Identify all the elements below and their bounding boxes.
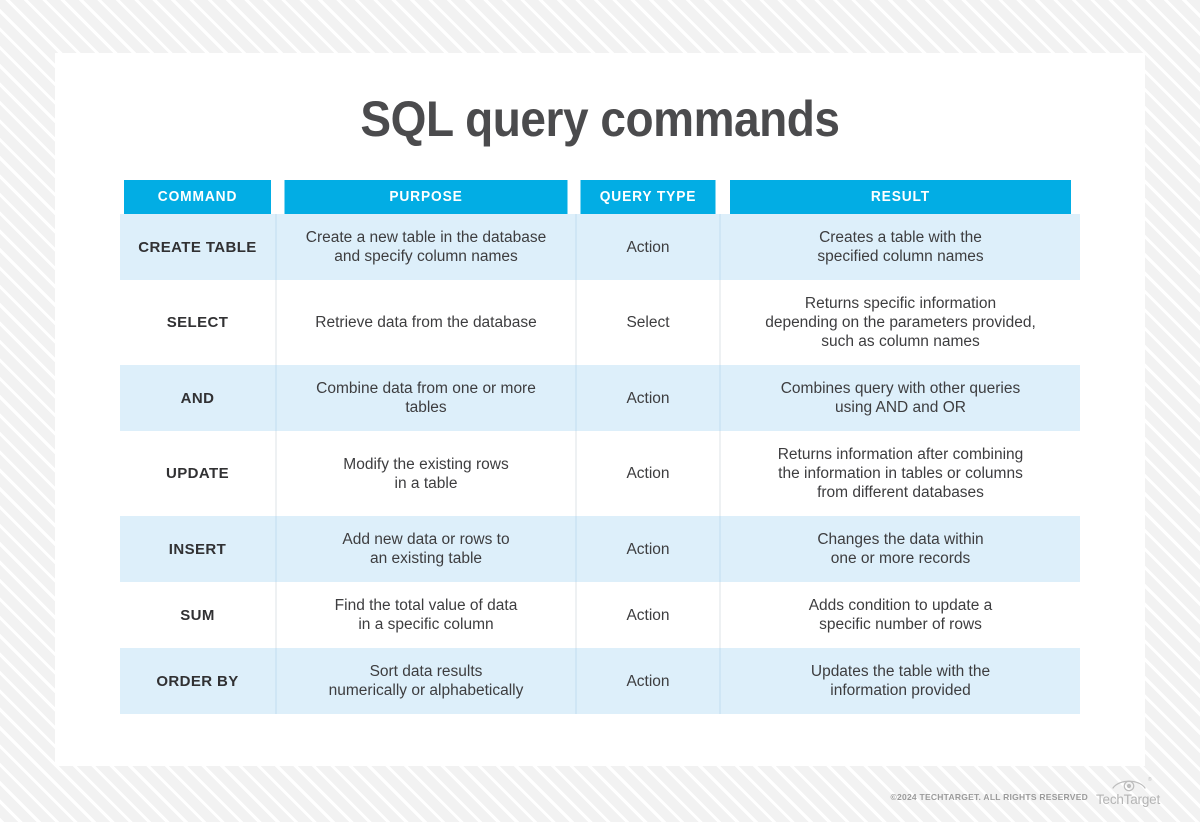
column-header-purpose: PURPOSE (283, 180, 570, 214)
cell-query_type: Action (576, 516, 721, 582)
cell-query_type: Action (576, 365, 721, 431)
cell-result: Changes the data within one or more recor… (720, 516, 1080, 582)
cell-query_type: Action (576, 431, 721, 516)
cell-command: ORDER BY (120, 648, 277, 714)
cell-command: UPDATE (120, 431, 277, 516)
cell-result: Combines query with other queries using A… (720, 365, 1080, 431)
cell-command: AND (120, 365, 277, 431)
cell-purpose: Sort data results numerically or alphabet… (276, 648, 577, 714)
footer: ©2024 TECHTARGET. ALL RIGHTS RESERVED Te… (0, 772, 1200, 822)
table-row: ORDER BY Sort data results numerically or … (120, 648, 1080, 714)
cell-command: CREATE TABLE (120, 214, 277, 280)
column-header-result: RESULT (729, 180, 1071, 214)
techtarget-logo: TechTarget ® (1094, 776, 1162, 816)
page-title: SQL query commands (360, 91, 840, 147)
table-row: SUM Find the total value of data in a spec… (120, 582, 1080, 648)
table-row: CREATE TABLE Create a new table in the da… (120, 214, 1080, 280)
content-card: SQL query commands COMMAND PURPOSE QUERY… (55, 53, 1145, 766)
cell-command: INSERT (120, 516, 277, 582)
cell-purpose: Find the total value of data in a specifi… (276, 582, 577, 648)
techtarget-wordmark: TechTarget (1095, 792, 1161, 807)
cell-query_type: Select (576, 280, 721, 365)
cell-command: SUM (120, 582, 277, 648)
table-row: AND Combine data from one or more tables Ac… (120, 365, 1080, 431)
cell-purpose: Create a new table in the database and sp… (276, 214, 577, 280)
cell-result: Updates the table with the information pr… (720, 648, 1080, 714)
table-row: UPDATE Modify the existing rows in a table… (120, 431, 1080, 516)
cell-result: Creates a table with the specified column… (720, 214, 1080, 280)
registered-trademark-mark: ® (1148, 777, 1152, 783)
cell-purpose: Retrieve data from the database (276, 280, 577, 365)
cell-query_type: Action (576, 582, 721, 648)
eye-icon (1112, 780, 1146, 792)
cell-purpose: Modify the existing rows in a table (276, 431, 577, 516)
cell-result: Adds condition to update a specific numbe… (720, 582, 1080, 648)
cell-query_type: Action (576, 214, 721, 280)
table-header: COMMAND PURPOSE QUERY TYPE RESULT (120, 180, 1080, 214)
cell-purpose: Add new data or rows to an existing table (276, 516, 577, 582)
table-body: CREATE TABLE Create a new table in the da… (120, 214, 1080, 714)
sql-commands-table-container: COMMAND PURPOSE QUERY TYPE RESULT CREATE… (120, 180, 1080, 714)
table-header-row: COMMAND PURPOSE QUERY TYPE RESULT (120, 180, 1080, 214)
column-header-command: COMMAND (123, 180, 274, 214)
cell-result: Returns information after combining the i… (720, 431, 1080, 516)
sql-commands-table: COMMAND PURPOSE QUERY TYPE RESULT CREATE… (120, 180, 1080, 714)
cell-query_type: Action (576, 648, 721, 714)
cell-command: SELECT (120, 280, 277, 365)
table-row: INSERT Add new data or rows to an existing… (120, 516, 1080, 582)
cell-result: Returns specific information depending on… (720, 280, 1080, 365)
column-header-query-type: QUERY TYPE (579, 180, 718, 214)
cell-purpose: Combine data from one or more tables (276, 365, 577, 431)
table-row: SELECT Retrieve data from the database Sel… (120, 280, 1080, 365)
copyright-text: ©2024 TECHTARGET. ALL RIGHTS RESERVED (890, 792, 1088, 802)
